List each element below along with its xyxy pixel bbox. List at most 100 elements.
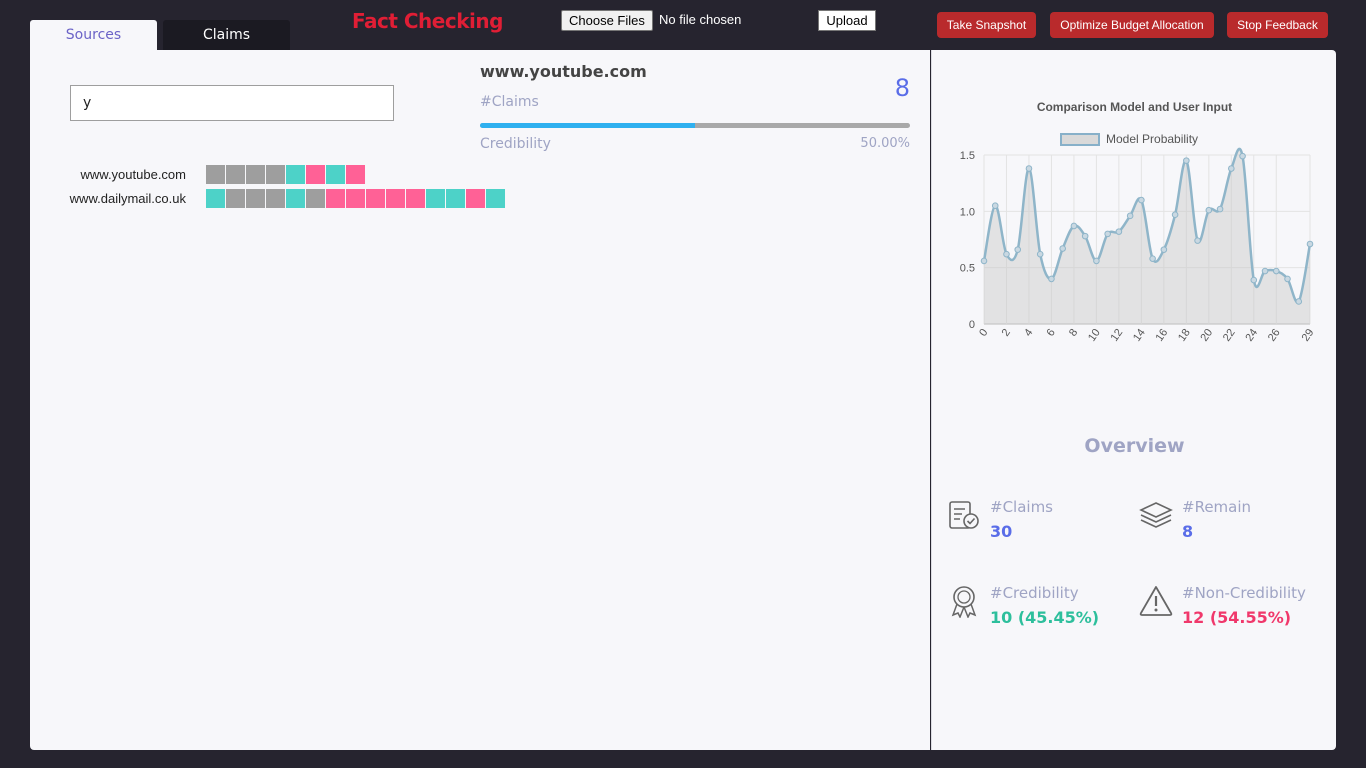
claim-cell-pink[interactable] bbox=[306, 164, 325, 184]
source-row[interactable]: www.youtube.com bbox=[30, 164, 930, 184]
data-point bbox=[1160, 246, 1168, 253]
stat-claims-label: #Claims bbox=[990, 498, 1053, 516]
x-tick-label: 6 bbox=[1045, 327, 1058, 339]
claim-cell-gray[interactable] bbox=[246, 164, 265, 184]
upload-button[interactable]: Upload bbox=[818, 10, 876, 31]
data-point bbox=[1295, 298, 1303, 305]
detail-source-title: www.youtube.com bbox=[480, 62, 647, 81]
claim-cell-gray[interactable] bbox=[226, 188, 245, 208]
data-point bbox=[1261, 267, 1269, 275]
claim-cell-teal[interactable] bbox=[206, 188, 225, 208]
data-point bbox=[1081, 232, 1089, 240]
claim-cell-teal[interactable] bbox=[326, 164, 345, 184]
layers-icon bbox=[1139, 502, 1173, 528]
award-badge-icon bbox=[951, 586, 977, 618]
x-tick-label: 29 bbox=[1300, 327, 1317, 344]
data-point bbox=[1239, 152, 1246, 160]
stat-credibility: #Credibility 10 (45.45%) bbox=[947, 584, 1127, 634]
data-point bbox=[1104, 230, 1111, 238]
model-probability-chart: 00.51.01.50 2 4 6 8 10 12 14 16 18 20 22 24 26 29 bbox=[960, 147, 1317, 344]
file-status: No file chosen bbox=[659, 12, 742, 27]
y-tick-label: 1.5 bbox=[960, 150, 975, 162]
claim-cell-teal[interactable] bbox=[286, 188, 305, 208]
legend-swatch bbox=[1060, 132, 1100, 146]
x-tick-label: 4 bbox=[1022, 327, 1035, 339]
stat-credibility-label: #Credibility bbox=[990, 584, 1079, 602]
data-point bbox=[1272, 267, 1280, 275]
claim-cell-teal[interactable] bbox=[486, 188, 505, 208]
claim-cell-pink[interactable] bbox=[386, 188, 405, 208]
choose-files-button[interactable]: Choose Files bbox=[561, 10, 653, 31]
claim-cell-gray[interactable] bbox=[246, 188, 265, 208]
x-tick-label: 16 bbox=[1153, 327, 1170, 344]
data-point bbox=[1149, 255, 1156, 262]
take-snapshot-button[interactable]: Take Snapshot bbox=[937, 12, 1036, 38]
claims-check-icon bbox=[949, 501, 979, 529]
data-point bbox=[1048, 275, 1055, 283]
source-cells bbox=[206, 188, 506, 208]
tab-claims[interactable]: Claims bbox=[163, 20, 290, 50]
stat-claims: #Claims 30 bbox=[947, 498, 1127, 548]
data-point bbox=[1183, 157, 1190, 164]
x-tick-label: 22 bbox=[1221, 327, 1238, 344]
search-input[interactable]: y bbox=[70, 85, 394, 121]
detail-claims-count: 8 bbox=[894, 74, 910, 102]
stop-feedback-button[interactable]: Stop Feedback bbox=[1227, 12, 1328, 38]
x-tick-label: 24 bbox=[1243, 327, 1260, 344]
app-title: Fact Checking bbox=[352, 9, 503, 33]
x-tick-label: 14 bbox=[1131, 327, 1148, 344]
data-point bbox=[1093, 257, 1100, 265]
claim-cell-gray[interactable] bbox=[206, 164, 225, 184]
claim-cell-gray[interactable] bbox=[306, 188, 325, 208]
data-point bbox=[1216, 205, 1224, 213]
optimize-budget-button[interactable]: Optimize Budget Allocation bbox=[1050, 12, 1214, 38]
data-point bbox=[1126, 212, 1134, 220]
stat-claims-value: 30 bbox=[990, 522, 1013, 541]
claim-cell-pink[interactable] bbox=[366, 188, 385, 208]
data-point bbox=[980, 257, 988, 265]
warning-icon bbox=[1139, 586, 1173, 616]
x-tick-label: 2 bbox=[1000, 327, 1013, 339]
detail-credibility-percent: 50.00% bbox=[860, 136, 910, 151]
source-name[interactable]: www.dailymail.co.uk bbox=[70, 191, 186, 206]
claim-cell-gray[interactable] bbox=[266, 164, 285, 184]
stat-noncredibility-value: 12 (54.55%) bbox=[1182, 608, 1292, 627]
data-point bbox=[1036, 250, 1044, 258]
source-row[interactable]: www.dailymail.co.uk bbox=[30, 188, 930, 208]
data-point bbox=[1306, 240, 1314, 248]
claim-cell-teal[interactable] bbox=[446, 188, 465, 208]
claim-cell-pink[interactable] bbox=[346, 164, 365, 184]
chart-title: Comparison Model and User Input bbox=[1036, 100, 1233, 114]
y-tick-label: 0 bbox=[969, 319, 975, 331]
overview-panel: Comparison Model and User Input Model Pr… bbox=[931, 50, 1336, 750]
chart-legend[interactable]: Model Probability bbox=[1060, 132, 1198, 146]
claim-cell-gray[interactable] bbox=[226, 164, 245, 184]
x-tick-label: 12 bbox=[1108, 327, 1125, 344]
claim-cell-pink[interactable] bbox=[466, 188, 485, 208]
data-point bbox=[1070, 222, 1078, 230]
data-point bbox=[1059, 245, 1066, 252]
x-tick-label: 18 bbox=[1176, 327, 1193, 344]
data-point bbox=[1025, 165, 1033, 172]
claim-cell-gray[interactable] bbox=[266, 188, 285, 208]
source-name[interactable]: www.youtube.com bbox=[81, 167, 187, 182]
stat-credibility-value: 10 (45.45%) bbox=[990, 608, 1100, 627]
data-point bbox=[1115, 228, 1123, 235]
stat-remain-value: 8 bbox=[1182, 522, 1194, 541]
claim-cell-pink[interactable] bbox=[326, 188, 345, 208]
claim-cell-teal[interactable] bbox=[286, 164, 305, 184]
sources-panel: y www.youtube.com www.dailymail.co.uk ww… bbox=[30, 50, 930, 750]
data-point bbox=[1205, 206, 1213, 214]
data-point bbox=[1228, 165, 1235, 172]
data-point bbox=[1014, 246, 1022, 253]
claim-cell-pink[interactable] bbox=[346, 188, 365, 208]
credibility-progress-bar bbox=[480, 123, 910, 128]
legend-label: Model Probability bbox=[1106, 132, 1199, 146]
stat-remain-label: #Remain bbox=[1182, 498, 1252, 516]
tab-sources[interactable]: Sources bbox=[30, 20, 157, 50]
claim-cell-pink[interactable] bbox=[406, 188, 425, 208]
claim-cell-teal[interactable] bbox=[426, 188, 445, 208]
detail-claims-label: #Claims bbox=[480, 94, 539, 110]
x-tick-label: 8 bbox=[1067, 327, 1080, 339]
y-tick-label: 1.0 bbox=[960, 206, 975, 218]
